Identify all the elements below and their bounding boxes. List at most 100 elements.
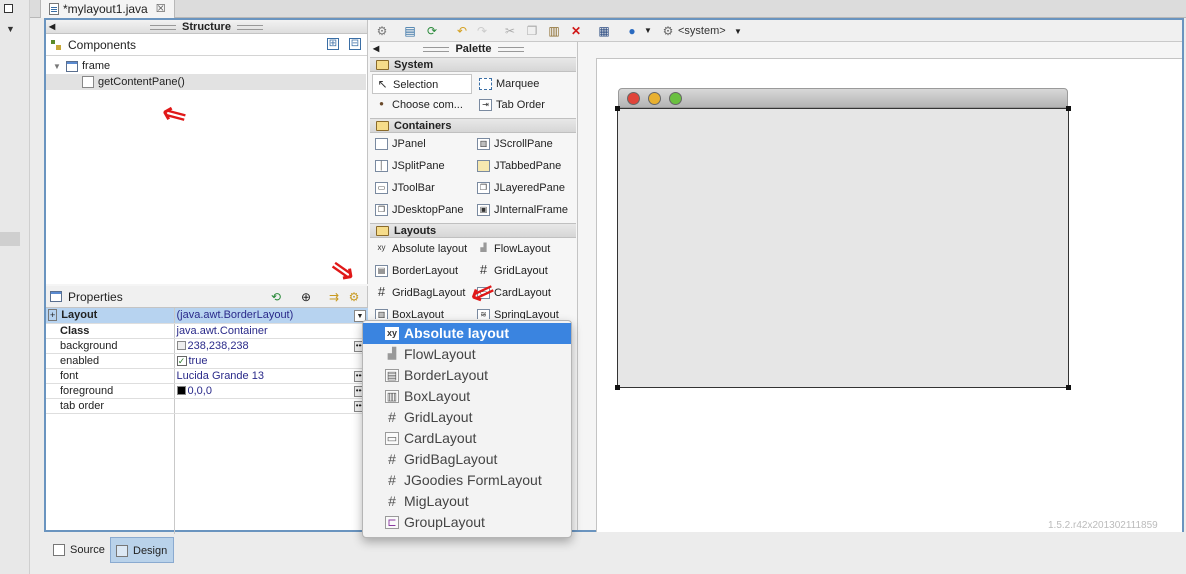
- palette-category-layouts[interactable]: Layouts: [370, 223, 576, 238]
- palette-item-marquee[interactable]: Marquee: [476, 74, 539, 94]
- tree-node-content-pane[interactable]: getContentPane(): [46, 74, 366, 90]
- components-tree-icon: [50, 39, 62, 51]
- tab-design[interactable]: Design: [110, 537, 175, 563]
- resize-handle[interactable]: [615, 385, 620, 390]
- collapse-left-icon[interactable]: ◀: [49, 20, 55, 34]
- menu-item-miglayout[interactable]: # MigLayout: [363, 491, 571, 512]
- maximize-window-icon[interactable]: [669, 92, 682, 105]
- cut-icon[interactable]: ✂: [502, 23, 518, 39]
- palette-item-absolute-layout[interactable]: xy Absolute layout: [372, 239, 468, 259]
- beans-icon: ●: [379, 99, 384, 108]
- property-row-foreground[interactable]: foreground 0,0,0 •••: [46, 383, 368, 399]
- property-row-tab-order[interactable]: tab order •••: [46, 398, 368, 414]
- delete-icon[interactable]: ✕: [568, 23, 584, 39]
- grip-icon[interactable]: [150, 24, 177, 30]
- palette-category-containers[interactable]: Containers: [370, 118, 576, 133]
- tree-expander-icon[interactable]: ▼: [52, 62, 62, 71]
- preview-icon[interactable]: ▤: [402, 23, 418, 39]
- globe-icon[interactable]: ●: [624, 23, 640, 39]
- close-window-icon[interactable]: [627, 92, 640, 105]
- absolute-layout-icon: xy: [385, 327, 399, 340]
- goto-definition-icon[interactable]: ⊕: [298, 289, 314, 305]
- grip-icon[interactable]: [423, 46, 450, 52]
- redo-icon[interactable]: ↷: [474, 23, 490, 39]
- refresh-icon[interactable]: ⟳: [424, 23, 440, 39]
- gutter-marker: [0, 232, 20, 246]
- restore-default-icon[interactable]: ⚙: [346, 289, 362, 305]
- menu-item-gridlayout[interactable]: # GridLayout: [363, 407, 571, 428]
- form-icon[interactable]: ▦: [596, 23, 612, 39]
- chevron-down-icon[interactable]: ▼: [6, 24, 15, 34]
- collapse-left-icon[interactable]: ◀: [373, 42, 379, 56]
- jframe-content-pane[interactable]: [615, 106, 1071, 390]
- property-row-class[interactable]: Class java.awt.Container: [46, 323, 368, 339]
- palette-item-flowlayout[interactable]: ▟ FlowLayout: [474, 239, 550, 259]
- look-and-feel-selector[interactable]: <system>: [678, 25, 726, 37]
- palette-item-gridbaglayout[interactable]: # GridBagLayout: [372, 283, 466, 303]
- editor-tab-bar: *mylayout1.java ☒: [30, 0, 1186, 18]
- palette-category-system[interactable]: System: [370, 57, 576, 72]
- resize-handle[interactable]: [615, 106, 620, 111]
- property-row-font[interactable]: font Lucida Grande 13 •••: [46, 368, 368, 384]
- structure-title: Structure: [182, 21, 231, 33]
- undo-icon[interactable]: ↶: [454, 23, 470, 39]
- palette-item-label: JTabbedPane: [494, 160, 562, 172]
- test-icon[interactable]: ⚙: [374, 23, 390, 39]
- grip-icon[interactable]: [497, 46, 524, 52]
- expand-property-icon[interactable]: +: [48, 309, 58, 322]
- palette-item-jtabbedpane[interactable]: JTabbedPane: [474, 156, 561, 176]
- palette-item-jsplitpane[interactable]: │ JSplitPane: [372, 156, 445, 176]
- chevron-down-icon[interactable]: ▼: [640, 23, 656, 39]
- copy-icon[interactable]: ❐: [524, 23, 540, 39]
- menu-item-boxlayout[interactable]: ▥ BoxLayout: [363, 386, 571, 407]
- resize-handle[interactable]: [1066, 385, 1071, 390]
- palette-item-jdesktoppane[interactable]: ❐ JDesktopPane: [372, 200, 464, 220]
- palette-item-jscrollpane[interactable]: ▥ JScrollPane: [474, 134, 553, 154]
- menu-item-label: Absolute layout: [404, 325, 510, 341]
- palette-item-selection[interactable]: ↖ Selection: [372, 74, 472, 94]
- checkbox-checked-icon[interactable]: ✓: [176, 355, 187, 366]
- property-row-background[interactable]: background 238,238,238 •••: [46, 338, 368, 354]
- expand-all-icon[interactable]: ⊞: [327, 38, 339, 50]
- palette-title: Palette: [455, 43, 492, 55]
- palette-item-jtoolbar[interactable]: ▭ JToolBar: [372, 178, 435, 198]
- palette-item-jlayeredpane[interactable]: ❐ JLayeredPane: [474, 178, 565, 198]
- miglayout-icon: #: [388, 493, 396, 509]
- close-tab-icon[interactable]: ☒: [156, 0, 166, 18]
- menu-item-gridbaglayout[interactable]: # GridBagLayout: [363, 449, 571, 470]
- category-label: System: [394, 59, 434, 71]
- menu-item-cardlayout[interactable]: ▭ CardLayout: [363, 428, 571, 449]
- palette-item-boxlayout[interactable]: ▥ BoxLayout: [372, 305, 444, 319]
- menu-item-borderlayout[interactable]: ▤ BorderLayout: [363, 365, 571, 386]
- palette-item-choose-component[interactable]: ● Choose com...: [372, 95, 463, 115]
- collapse-all-icon[interactable]: ⊟: [349, 38, 361, 50]
- menu-item-label: FlowLayout: [404, 346, 476, 362]
- show-advanced-icon[interactable]: ⇉: [326, 289, 342, 305]
- minimize-window-icon[interactable]: [648, 92, 661, 105]
- tab-source[interactable]: Source: [48, 537, 111, 563]
- property-value: Lucida Grande 13: [176, 369, 264, 382]
- show-events-icon[interactable]: ⟲: [268, 289, 284, 305]
- property-row-layout[interactable]: + Layout (java.awt.BorderLayout) ▼: [46, 308, 368, 324]
- tree-node-frame[interactable]: ▼ frame: [46, 58, 367, 74]
- menu-item-flowlayout[interactable]: ▟ FlowLayout: [363, 344, 571, 365]
- palette-item-jpanel[interactable]: JPanel: [372, 134, 426, 154]
- jframe-title-bar[interactable]: [618, 88, 1068, 108]
- palette-item-jinternalframe[interactable]: ▣ JInternalFrame: [474, 200, 568, 220]
- menu-item-jgoodies-formlayout[interactable]: # JGoodies FormLayout: [363, 470, 571, 491]
- property-row-enabled[interactable]: enabled ✓ true: [46, 353, 368, 369]
- editor-tab[interactable]: *mylayout1.java ☒: [40, 0, 175, 18]
- menu-item-grouplayout[interactable]: ⊏ GroupLayout: [363, 512, 571, 533]
- maximize-icon[interactable]: [4, 4, 13, 13]
- chevron-down-icon[interactable]: ▼: [734, 27, 742, 36]
- menu-item-absolute-layout[interactable]: xy Absolute layout: [363, 323, 571, 344]
- palette-item-label: Marquee: [496, 78, 540, 90]
- palette-item-borderlayout[interactable]: ▤ BorderLayout: [372, 261, 458, 281]
- system-look-icon[interactable]: ⚙: [660, 23, 676, 39]
- components-header: Components ⊞ ⊟: [46, 34, 367, 56]
- paste-icon[interactable]: ▥: [546, 23, 562, 39]
- grip-icon[interactable]: [236, 24, 263, 30]
- palette-item-tab-order[interactable]: ⇥ Tab Order: [476, 95, 545, 115]
- resize-handle[interactable]: [1066, 106, 1071, 111]
- folder-icon: [376, 121, 389, 131]
